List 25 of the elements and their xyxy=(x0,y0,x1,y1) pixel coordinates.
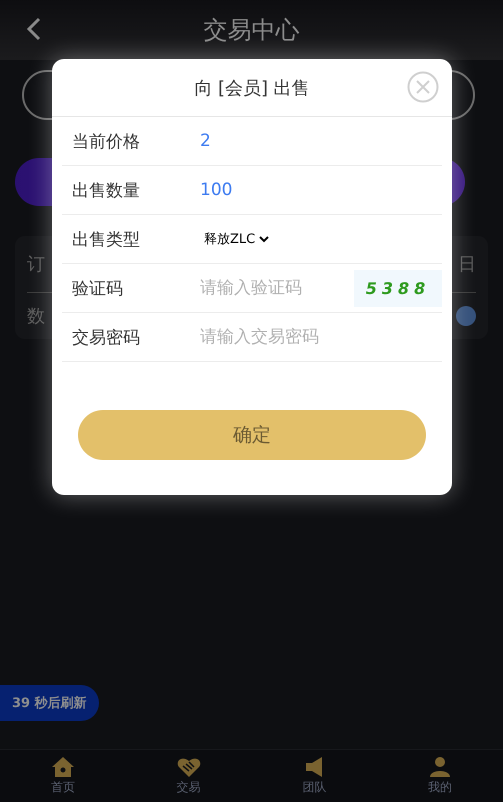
nav-tab[interactable]: 团队 xyxy=(252,750,378,802)
handshake-icon xyxy=(176,756,201,776)
refresh-badge: 39 秒后刷新 xyxy=(0,685,99,721)
back-icon[interactable] xyxy=(26,17,42,41)
card-label: 日 xyxy=(458,253,476,276)
person-icon xyxy=(430,756,450,776)
nav-tab[interactable]: 我的 xyxy=(377,750,503,802)
field-value: 100 xyxy=(200,180,232,200)
captcha-image[interactable]: 5388 xyxy=(354,270,442,306)
field-label: 出售数量 xyxy=(71,180,141,202)
card-label: 数 xyxy=(27,305,45,328)
avatar-icon xyxy=(456,306,476,326)
nav-tab[interactable]: 首页 xyxy=(0,750,126,802)
field-label: 出售类型 xyxy=(71,228,141,250)
card-label: 订 xyxy=(27,253,45,276)
field-label: 交易密码 xyxy=(71,326,141,348)
page-title: 交易中心 xyxy=(204,15,300,46)
confirm-button[interactable]: 确定 xyxy=(78,410,426,460)
speaker-icon xyxy=(306,756,322,776)
home-icon xyxy=(52,756,74,776)
field-label: 当前价格 xyxy=(71,130,141,152)
field-label: 验证码 xyxy=(71,278,124,300)
nav-tab[interactable]: 交易 xyxy=(126,750,252,802)
dialog-title: 向 [会员] 出售 xyxy=(194,76,310,100)
field-value: 2 xyxy=(200,131,211,151)
